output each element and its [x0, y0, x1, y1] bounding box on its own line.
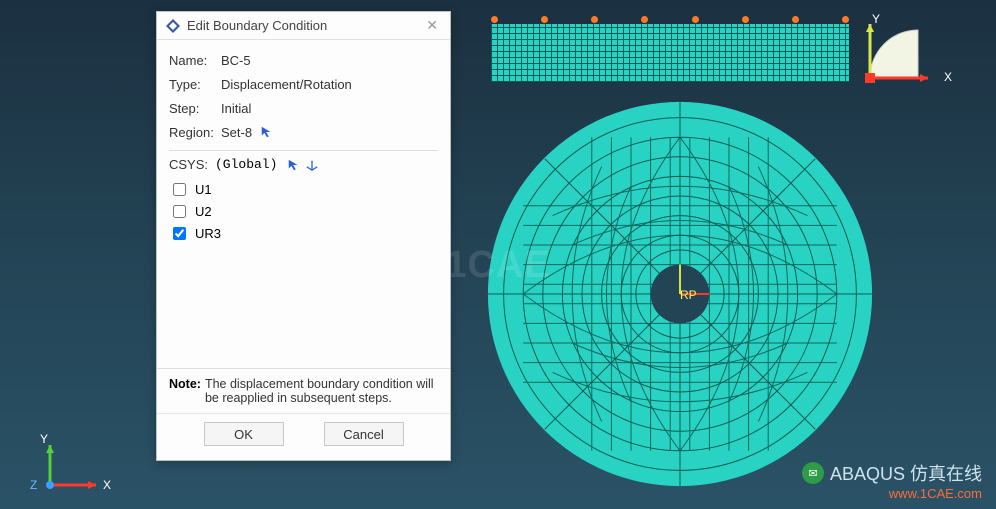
dof-u2[interactable]: U2: [169, 200, 438, 222]
bc-dot: [842, 16, 849, 23]
bc-dot: [792, 16, 799, 23]
u1-checkbox[interactable]: [173, 183, 186, 196]
region-value: Set-8: [221, 125, 252, 140]
axis-y-label-scene: Y: [40, 432, 48, 446]
dialog-body: Name: BC-5 Type: Displacement/Rotation S…: [157, 40, 450, 248]
pick-region-icon[interactable]: [260, 125, 274, 139]
csys-label: CSYS:: [169, 157, 209, 172]
type-value: Displacement/Rotation: [221, 77, 352, 92]
divider: [169, 150, 438, 151]
bc-dot: [641, 16, 648, 23]
row-step: Step: Initial: [169, 96, 438, 120]
u2-checkbox[interactable]: [173, 205, 186, 218]
note-text: The displacement boundary condition will…: [205, 377, 438, 405]
view-triad: [858, 18, 938, 98]
step-value: Initial: [221, 101, 251, 116]
row-name: Name: BC-5: [169, 48, 438, 72]
note-area: Note: The displacement boundary conditio…: [157, 368, 450, 413]
dialog-title: Edit Boundary Condition: [187, 18, 422, 33]
cancel-button[interactable]: Cancel: [324, 422, 404, 446]
ur3-label: UR3: [195, 226, 221, 241]
bc-dot: [541, 16, 548, 23]
chat-icon: ✉: [802, 462, 824, 484]
row-type: Type: Displacement/Rotation: [169, 72, 438, 96]
axis-x-label-scene: X: [103, 478, 111, 492]
axis-x-label: X: [944, 70, 952, 84]
dof-ur3[interactable]: UR3: [169, 222, 438, 244]
watermark-bottom-right: ✉ ABAQUS 仿真在线 www.1CAE.com: [802, 460, 982, 501]
csys-value: (Global): [215, 157, 277, 172]
ok-button[interactable]: OK: [204, 422, 284, 446]
axis-z-label-scene: Z: [30, 478, 37, 492]
grid-lines: [491, 24, 849, 82]
rp-label: RP: [680, 288, 697, 302]
dof-list: U1 U2 UR3: [169, 178, 438, 244]
note-label: Note:: [169, 377, 201, 405]
bc-markers: [491, 16, 849, 24]
bc-dot: [692, 16, 699, 23]
region-label: Region:: [169, 125, 221, 140]
button-bar: OK Cancel: [157, 413, 450, 458]
row-region: Region: Set-8: [169, 120, 438, 144]
create-csys-icon[interactable]: [305, 158, 319, 172]
app-icon: [165, 18, 181, 34]
watermark-url: www.1CAE.com: [889, 486, 982, 501]
viewport[interactable]: RP X Y Y X Z 1CAE ✉ ABAQUS 仿真在线 www.1CAE…: [0, 0, 996, 509]
step-label: Step:: [169, 101, 221, 116]
row-csys: CSYS: (Global): [169, 157, 438, 172]
pick-csys-icon[interactable]: [287, 158, 301, 172]
watermark-text: ABAQUS 仿真在线: [830, 460, 982, 486]
mesh-rect: [491, 24, 849, 82]
bc-dot: [491, 16, 498, 23]
title-bar[interactable]: Edit Boundary Condition ✕: [157, 12, 450, 40]
edit-bc-dialog: Edit Boundary Condition ✕ Name: BC-5 Typ…: [156, 11, 451, 461]
u1-label: U1: [195, 182, 212, 197]
bc-dot: [591, 16, 598, 23]
name-value: BC-5: [221, 53, 251, 68]
dof-u1[interactable]: U1: [169, 178, 438, 200]
bc-dot: [742, 16, 749, 23]
ur3-checkbox[interactable]: [173, 227, 186, 240]
type-label: Type:: [169, 77, 221, 92]
u2-label: U2: [195, 204, 212, 219]
name-label: Name:: [169, 53, 221, 68]
axis-y-label: Y: [872, 12, 880, 26]
close-icon[interactable]: ✕: [422, 17, 442, 34]
